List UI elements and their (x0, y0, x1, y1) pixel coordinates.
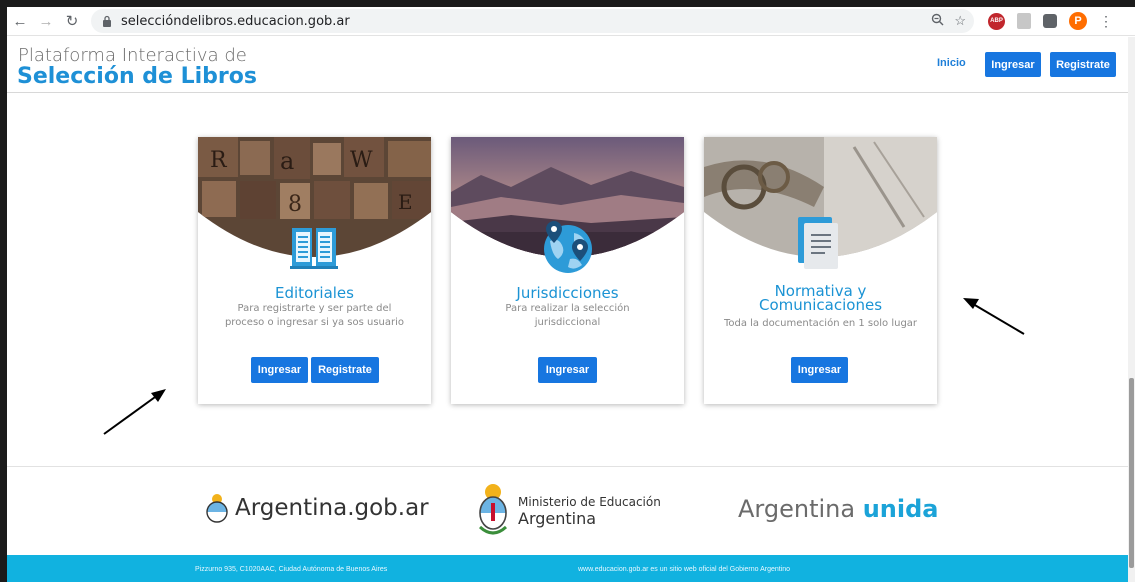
argentina-unida-logo[interactable]: Argentina unida (738, 495, 939, 523)
footer-separator (7, 466, 1128, 467)
annotation-arrow-right (963, 298, 1025, 335)
escudo-nacional-icon (478, 484, 508, 535)
escudo-icon (206, 494, 228, 523)
ministerio-line1: Ministerio de Educación (518, 494, 661, 509)
ministerio-logo[interactable]: Ministerio de Educación Argentina (476, 483, 661, 539)
argentina-gob-text: Argentina.gob.ar (235, 495, 429, 521)
footer-address: Pizzurno 935, C1020AAC, Ciudad Autónoma … (195, 566, 388, 573)
unida-bold-text: unida (862, 495, 939, 523)
footer-bar (7, 555, 1128, 582)
footer-official-notice[interactable]: www.educacion.gob.ar es un sitio web ofi… (578, 566, 790, 573)
argentina-gob-logo[interactable]: Argentina.gob.ar (205, 493, 429, 523)
ministerio-line2: Argentina (518, 508, 597, 528)
annotation-arrow-left (103, 389, 166, 435)
unida-plain-text: Argentina (738, 495, 856, 523)
